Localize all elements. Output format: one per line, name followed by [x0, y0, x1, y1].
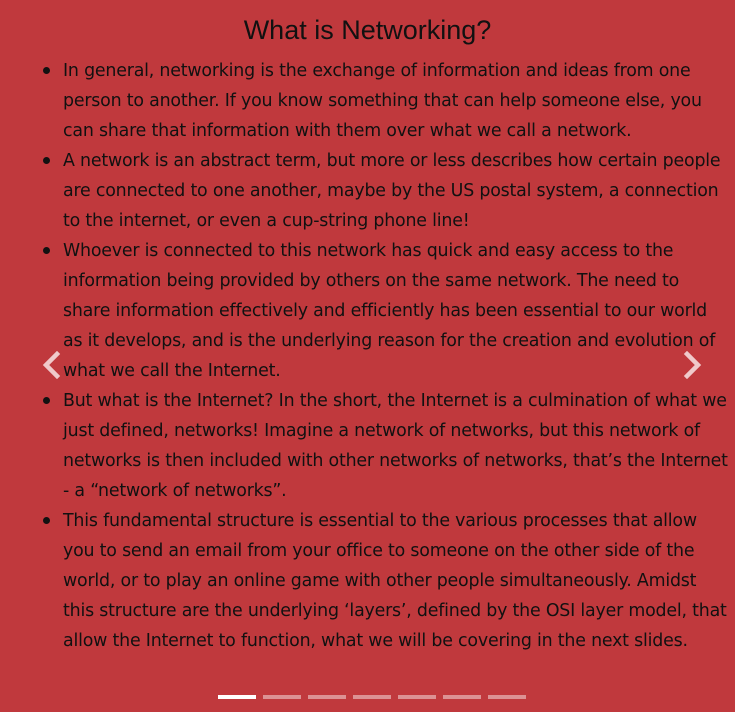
slide-indicator-6[interactable] — [443, 695, 481, 699]
bullet-text: Whoever is connected to this network has… — [63, 241, 716, 381]
slide-indicator-3[interactable] — [308, 695, 346, 699]
list-item: A network is an abstract term, but more … — [43, 146, 729, 236]
slide-indicator-7[interactable] — [488, 695, 526, 699]
chevron-left-icon — [42, 351, 61, 379]
slide-indicator-4[interactable] — [353, 695, 391, 699]
list-item: Whoever is connected to this network has… — [43, 236, 729, 386]
chevron-right-icon — [683, 351, 702, 379]
list-item: In general, networking is the exchange o… — [43, 56, 729, 146]
slide-indicator-2[interactable] — [263, 695, 301, 699]
slide-indicators — [218, 695, 526, 699]
slide-indicator-1[interactable] — [218, 695, 256, 699]
list-item: This fundamental structure is essential … — [43, 506, 729, 656]
slide-indicator-5[interactable] — [398, 695, 436, 699]
slide-title: What is Networking? — [243, 15, 492, 45]
previous-slide-button[interactable] — [36, 348, 66, 382]
bullet-text: In general, networking is the exchange o… — [63, 61, 702, 141]
bullet-dot — [43, 157, 50, 164]
bullet-text: This fundamental structure is essential … — [63, 511, 727, 651]
next-slide-button[interactable] — [678, 348, 708, 382]
bullet-list: In general, networking is the exchange o… — [43, 56, 729, 656]
carousel-slide: What is Networking? In general, networki… — [0, 0, 735, 712]
bullet-text: But what is the Internet? In the short, … — [63, 391, 728, 501]
list-item: But what is the Internet? In the short, … — [43, 386, 729, 506]
bullet-dot — [43, 517, 50, 524]
bullet-dot — [43, 247, 50, 254]
bullet-dot — [43, 67, 50, 74]
bullet-text: A network is an abstract term, but more … — [63, 151, 721, 231]
bullet-dot — [43, 397, 50, 404]
